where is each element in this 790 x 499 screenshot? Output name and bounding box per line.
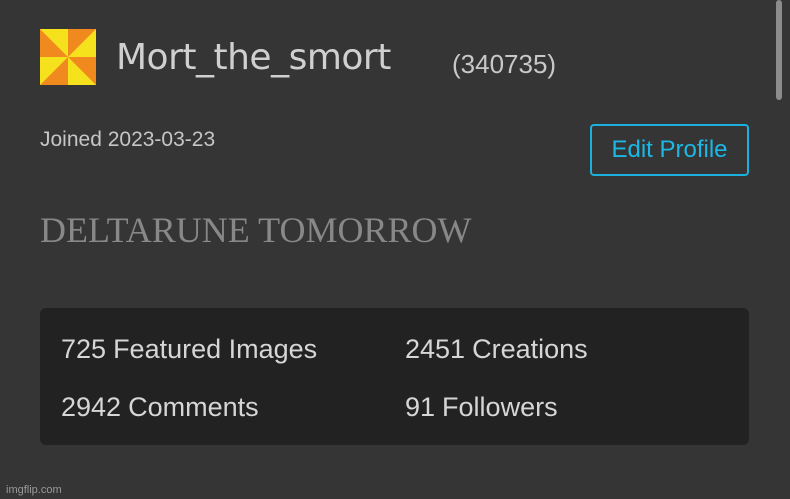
stat-followers-label: Followers [442,392,558,422]
stat-featured-images-label: Featured Images [113,334,318,364]
joined-date: Joined 2023-03-23 [40,128,216,151]
scrollbar[interactable] [776,0,782,100]
stat-creations-count: 2451 [405,334,466,364]
stat-comments-count: 2942 [61,392,122,422]
stat-comments-label: Comments [128,392,259,422]
avatar-pinwheel-icon [40,29,96,85]
edit-profile-button[interactable]: Edit Profile [590,124,749,176]
imgflip-watermark: imgflip.com [6,484,62,496]
user-id: (340735) [452,49,557,79]
stats-panel: 725 Featured Images 2451 Creations 2942 Com… [40,308,749,445]
profile-bio: DELTARUNE TOMORROW [40,210,472,250]
stat-followers-count: 91 [405,392,436,422]
stat-featured-images[interactable]: 725 Featured Images [61,333,324,365]
user-avatar [40,29,96,85]
stat-creations-label: Creations [472,334,588,364]
username: Mort_the_smort [116,37,391,78]
stat-followers[interactable]: 91 Followers [405,391,565,423]
stat-featured-images-count: 725 [61,334,107,364]
stat-comments[interactable]: 2942 Comments [61,391,266,423]
stat-creations[interactable]: 2451 Creations [405,333,595,365]
